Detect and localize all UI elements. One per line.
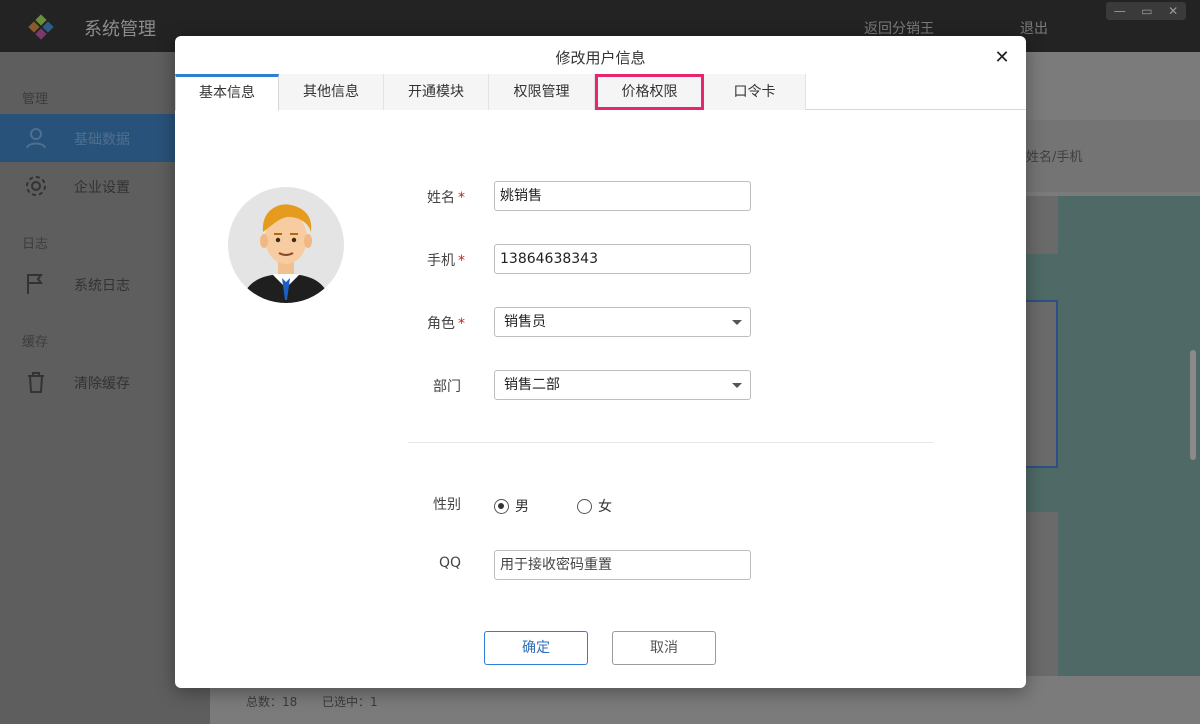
list-card [1026,512,1058,676]
tab-price-permissions[interactable]: 价格权限 [595,74,704,110]
edit-user-dialog: 修改用户信息 ✕ 基本信息 其他信息 开通模块 权限管理 价格权限 口令卡 姓名… [175,36,1026,688]
qq-field[interactable]: 用于接收密码重置 [494,550,751,580]
sidebar-group-manage: 管理 [22,92,49,107]
tab-basic-info[interactable]: 基本信息 [175,74,279,111]
department-label: 部门 [433,379,461,395]
sidebar-group-cache: 缓存 [22,335,49,350]
close-icon[interactable]: ✕ [992,48,1012,68]
radio-checked-icon [494,498,509,514]
role-select[interactable]: 销售员 [494,307,751,337]
gender-male-radio[interactable]: 男 [494,496,529,516]
flag-icon [27,274,43,294]
maximize-icon[interactable]: ▭ [1141,5,1152,17]
app-logo-icon [28,14,54,40]
radio-unchecked-icon [577,498,592,514]
sidebar-item-label: 基础数据 [74,132,130,148]
sidebar-group-log: 日志 [22,237,49,252]
sidebar-item-label: 系统日志 [74,278,130,294]
tab-bar: 基本信息 其他信息 开通模块 权限管理 价格权限 口令卡 [175,74,1026,111]
list-card [1026,196,1058,254]
sidebar-item-label: 企业设置 [74,180,130,196]
department-select[interactable]: 销售二部 [494,370,751,400]
app-title: 系统管理 [84,19,156,40]
chevron-down-icon [732,383,742,388]
minimize-icon[interactable]: — [1114,5,1126,17]
role-label: 角色 * [427,316,465,332]
tab-modules[interactable]: 开通模块 [384,74,489,110]
tab-other-info[interactable]: 其他信息 [279,74,384,110]
name-label: 姓名 * [427,190,465,206]
role-selected-value: 销售员 [504,314,546,330]
close-window-icon[interactable]: ✕ [1168,5,1178,17]
list-card-selected [1026,300,1058,468]
chevron-down-icon [732,320,742,325]
avatar[interactable] [227,186,345,304]
search-hint: 姓名/手机 [1026,150,1083,165]
sidebar-item-label: 清除缓存 [74,376,130,392]
name-field[interactable]: 姚销售 [494,181,751,211]
gender-female-radio[interactable]: 女 [577,496,612,516]
tab-token-card[interactable]: 口令卡 [704,74,806,110]
confirm-button[interactable]: 确定 [484,631,588,665]
gender-female-label: 女 [598,499,612,515]
back-to-distribution-link[interactable]: 返回分销王 [864,18,934,38]
phone-field[interactable]: 13864638343 [494,244,751,274]
user-icon [26,128,46,149]
dialog-title: 修改用户信息 [555,49,646,67]
department-selected-value: 销售二部 [504,377,560,393]
logout-link[interactable]: 退出 [1020,18,1048,38]
divider [408,442,933,443]
window-controls: — ▭ ✕ [1106,2,1186,20]
cancel-button[interactable]: 取消 [612,631,716,665]
gender-male-label: 男 [515,499,529,515]
phone-label: 手机 * [427,253,465,269]
trash-icon [28,372,44,393]
gender-label: 性别 [433,497,461,513]
footer-total: 总数：18 [246,695,298,709]
tab-permissions[interactable]: 权限管理 [489,74,595,110]
qq-label: QQ [438,555,461,571]
footer-selected: 已选中：1 [322,695,378,709]
scrollbar[interactable] [1190,350,1196,460]
gear-icon [26,176,46,196]
